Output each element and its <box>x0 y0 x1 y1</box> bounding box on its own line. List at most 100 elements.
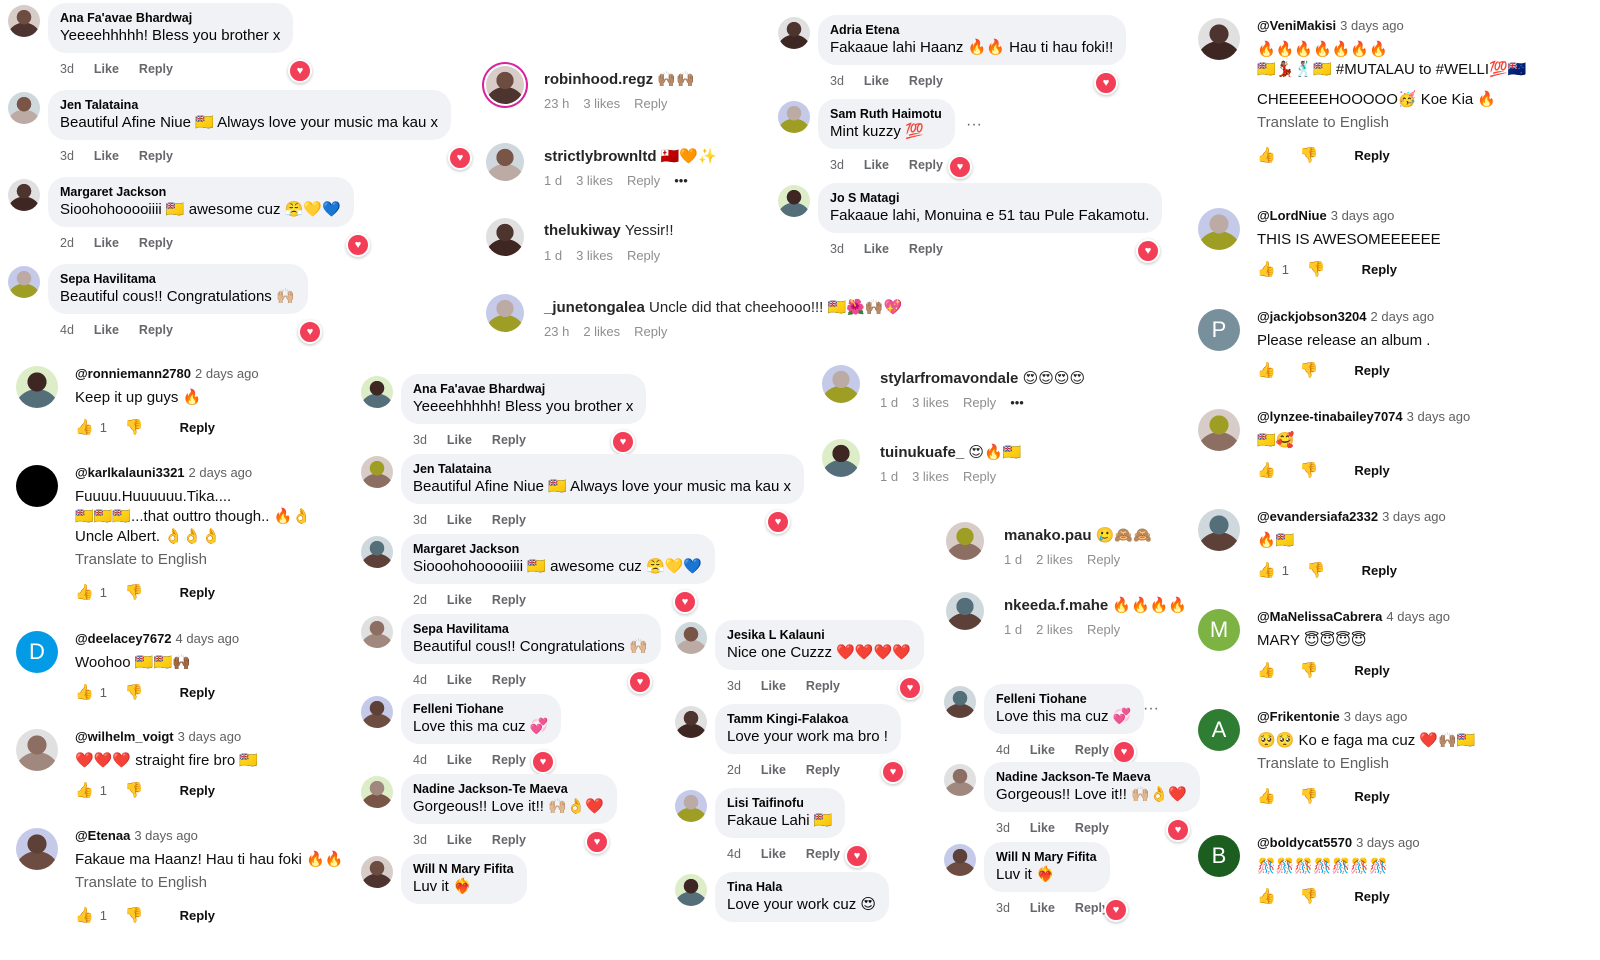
thumbs-down-icon[interactable]: 👎 <box>1307 561 1326 579</box>
thumbs-down-icon[interactable]: 👎 <box>125 683 144 701</box>
commenter-name[interactable]: Jen Talataina <box>60 97 438 113</box>
like-button[interactable]: Like <box>447 673 472 687</box>
username[interactable]: nkeeda.f.mahe <box>1004 597 1108 614</box>
avatar[interactable] <box>778 101 810 133</box>
reply-button[interactable]: Reply <box>909 158 943 172</box>
thumbs-up-icon[interactable]: 👍 <box>75 583 94 601</box>
commenter-name[interactable]: Ana Fa'avae Bhardwaj <box>60 10 280 26</box>
avatar[interactable] <box>822 365 860 403</box>
avatar[interactable] <box>675 790 707 822</box>
commenter-name[interactable]: Ana Fa'avae Bhardwaj <box>413 381 633 397</box>
reply-button[interactable]: Reply <box>180 908 215 923</box>
avatar[interactable] <box>1198 409 1240 451</box>
timestamp[interactable]: 2d <box>727 763 741 777</box>
channel-handle[interactable]: @MaNelissaCabrera <box>1257 609 1382 624</box>
thumbs-up-icon[interactable]: 👍 <box>1257 561 1276 579</box>
comment-date[interactable]: 4 days ago <box>176 631 240 646</box>
thumbs-up-icon[interactable]: 👍 <box>1257 787 1276 805</box>
comment-date[interactable]: 3 days ago <box>1331 208 1395 223</box>
more-options-icon[interactable]: ••• <box>674 173 688 188</box>
timestamp[interactable]: 3d <box>996 901 1010 915</box>
avatar[interactable] <box>361 776 393 808</box>
channel-handle[interactable]: @LordNiue <box>1257 208 1327 223</box>
translate-link[interactable]: Translate to English <box>1257 755 1389 772</box>
channel-handle[interactable]: @wilhelm_voigt <box>75 729 174 744</box>
comment-date[interactable]: 2 days ago <box>1371 309 1435 324</box>
reply-button[interactable]: Reply <box>139 323 173 337</box>
timestamp[interactable]: 2d <box>413 593 427 607</box>
avatar[interactable] <box>486 218 524 256</box>
reply-button[interactable]: Reply <box>1362 563 1397 578</box>
thumbs-down-icon[interactable]: 👎 <box>1307 260 1326 278</box>
avatar[interactable] <box>1198 509 1240 551</box>
reply-button[interactable]: Reply <box>1354 363 1389 378</box>
likes-count[interactable]: 3 likes <box>576 248 613 263</box>
username[interactable]: manako.pau <box>1004 527 1092 544</box>
like-button[interactable]: Like <box>761 847 786 861</box>
avatar[interactable] <box>361 456 393 488</box>
avatar[interactable] <box>8 266 40 298</box>
avatar[interactable] <box>946 592 984 630</box>
reply-button[interactable]: Reply <box>1354 463 1389 478</box>
thumbs-up-icon[interactable]: 👍 <box>75 781 94 799</box>
thumbs-up-icon[interactable]: 👍 <box>75 418 94 436</box>
thumbs-down-icon[interactable]: 👎 <box>125 906 144 924</box>
commenter-name[interactable]: Tina Hala <box>727 879 876 895</box>
username[interactable]: _junetongalea <box>544 299 645 316</box>
thumbs-up-icon[interactable]: 👍 <box>75 906 94 924</box>
avatar[interactable]: A <box>1198 709 1240 751</box>
username[interactable]: tuinukuafe_ <box>880 444 964 461</box>
timestamp[interactable]: 3d <box>996 821 1010 835</box>
reply-button[interactable]: Reply <box>1075 821 1109 835</box>
channel-handle[interactable]: @Frikentonie <box>1257 709 1340 724</box>
timestamp[interactable]: 4d <box>413 673 427 687</box>
comment-date[interactable]: 3 days ago <box>1356 835 1420 850</box>
channel-handle[interactable]: @VeniMakisi <box>1257 18 1336 33</box>
comment-date[interactable]: 3 days ago <box>134 828 198 843</box>
reply-button[interactable]: Reply <box>180 420 215 435</box>
username[interactable]: thelukiway <box>544 222 621 239</box>
like-button[interactable]: Like <box>761 763 786 777</box>
username[interactable]: robinhood.regz <box>544 71 653 88</box>
channel-handle[interactable]: @lynzee-tinabailey7074 <box>1257 409 1403 424</box>
avatar[interactable] <box>361 616 393 648</box>
thumbs-up-icon[interactable]: 👍 <box>75 683 94 701</box>
comment-date[interactable]: 4 days ago <box>1386 609 1450 624</box>
like-button[interactable]: Like <box>447 753 472 767</box>
commenter-name[interactable]: Tamm Kingi-Falakoa <box>727 711 888 727</box>
timestamp[interactable]: 3d <box>413 433 427 447</box>
thumbs-down-icon[interactable]: 👎 <box>1300 461 1319 479</box>
avatar[interactable] <box>944 764 976 796</box>
channel-handle[interactable]: @evandersiafa2332 <box>1257 509 1378 524</box>
like-button[interactable]: Like <box>447 513 472 527</box>
reply-button[interactable]: Reply <box>180 685 215 700</box>
reply-button[interactable]: Reply <box>806 847 840 861</box>
reply-button[interactable]: Reply <box>180 783 215 798</box>
like-button[interactable]: Like <box>864 242 889 256</box>
avatar[interactable]: D <box>16 631 58 673</box>
comment-date[interactable]: 3 days ago <box>1340 18 1404 33</box>
like-button[interactable]: Like <box>1030 821 1055 835</box>
reply-button[interactable]: Reply <box>627 248 660 263</box>
avatar[interactable] <box>361 376 393 408</box>
comment-date[interactable]: 2 days ago <box>195 366 259 381</box>
timestamp[interactable]: 3d <box>830 242 844 256</box>
commenter-name[interactable]: Jen Talataina <box>413 461 791 477</box>
commenter-name[interactable]: Adria Etena <box>830 22 1113 38</box>
more-options-icon[interactable]: ••• <box>1010 395 1024 410</box>
timestamp[interactable]: 3d <box>830 74 844 88</box>
commenter-name[interactable]: Felleni Tiohane <box>413 701 548 717</box>
likes-count[interactable]: 3 likes <box>912 469 949 484</box>
avatar[interactable] <box>946 522 984 560</box>
thumbs-up-icon[interactable]: 👍 <box>1257 661 1276 679</box>
reply-button[interactable]: Reply <box>1354 148 1389 163</box>
commenter-name[interactable]: Lisi Taifinofu <box>727 795 832 811</box>
timestamp[interactable]: 2d <box>60 236 74 250</box>
timestamp[interactable]: 4d <box>60 323 74 337</box>
avatar[interactable] <box>8 92 40 124</box>
avatar[interactable] <box>778 185 810 217</box>
like-button[interactable]: Like <box>1030 901 1055 915</box>
avatar[interactable] <box>16 465 58 507</box>
thumbs-up-icon[interactable]: 👍 <box>1257 361 1276 379</box>
reply-button[interactable]: Reply <box>492 753 526 767</box>
